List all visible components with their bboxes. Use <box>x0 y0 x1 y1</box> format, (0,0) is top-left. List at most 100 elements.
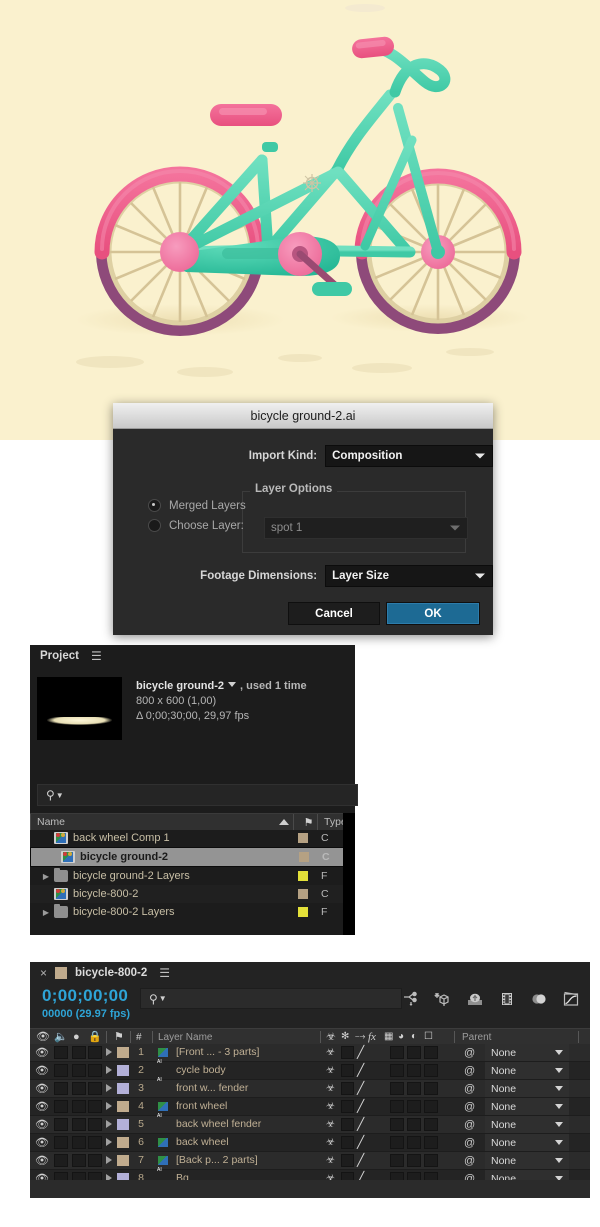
solo-icon[interactable]: ● <box>73 1031 80 1043</box>
adjustment-icon[interactable]: ◐ <box>411 1031 417 1043</box>
column-header-name[interactable]: Name <box>30 814 293 830</box>
choose-layer-select[interactable]: spot 1 <box>264 517 468 539</box>
3d-icon[interactable]: ☐ <box>424 1031 433 1043</box>
footage-dimensions-select[interactable]: Layer Size <box>325 565 493 587</box>
project-search-input[interactable]: ⚲ ▼ <box>37 784 358 806</box>
solo-toggle[interactable] <box>72 1064 86 1077</box>
solo-toggle[interactable] <box>72 1118 86 1131</box>
parent-pickwhip-icon[interactable]: @ <box>464 1101 475 1113</box>
shy-icon[interactable]: ☣ <box>326 1031 336 1043</box>
parent-pickwhip-icon[interactable]: @ <box>464 1047 475 1059</box>
label-color-swatch[interactable] <box>117 1065 129 1076</box>
collapse-switch[interactable] <box>341 1118 354 1131</box>
eye-icon[interactable]: 👁 <box>34 1083 50 1095</box>
adjustment-switch[interactable] <box>424 1100 438 1113</box>
adjustment-switch[interactable] <box>424 1136 438 1149</box>
frame-blending-icon[interactable] <box>498 990 516 1008</box>
eye-icon[interactable]: 👁 <box>34 1137 50 1149</box>
column-header-layer-name[interactable]: Layer Name <box>158 1032 212 1043</box>
frame-blend-switch[interactable] <box>390 1136 404 1149</box>
column-header-parent[interactable]: Parent <box>462 1032 491 1043</box>
column-header-number[interactable]: # <box>136 1032 142 1043</box>
solo-toggle[interactable] <box>72 1154 86 1167</box>
disclosure-triangle-icon[interactable] <box>106 1102 112 1110</box>
shy-switch[interactable]: ☣ <box>326 1047 335 1058</box>
timeline-layer-row[interactable]: 👁 2 cycle body ☣ ╱ @ None <box>30 1062 590 1080</box>
parent-select[interactable]: None <box>485 1044 569 1061</box>
solo-toggle[interactable] <box>72 1046 86 1059</box>
audio-toggle[interactable] <box>54 1064 68 1077</box>
project-list-item[interactable]: ▶ bicycle ground-2 Layers F <box>30 867 355 885</box>
timeline-layer-row[interactable]: 👁 5 back wheel fender ☣ ╱ @ None <box>30 1116 590 1134</box>
parent-select[interactable]: None <box>485 1116 569 1133</box>
label-color-swatch[interactable] <box>298 907 308 917</box>
tab-bicycle-800-2[interactable]: bicycle-800-2 <box>75 967 147 979</box>
lock-toggle[interactable] <box>88 1100 102 1113</box>
frame-blend-switch[interactable] <box>390 1118 404 1131</box>
collapse-icon[interactable]: ✻ <box>341 1031 349 1043</box>
motion-blur-switch[interactable] <box>407 1118 421 1131</box>
lock-toggle[interactable] <box>88 1118 102 1131</box>
label-color-swatch[interactable] <box>117 1083 129 1094</box>
adjustment-switch[interactable] <box>424 1064 438 1077</box>
timeline-layer-row[interactable]: 👁 7 [Back p... 2 parts] ☣ ╱ @ None <box>30 1152 590 1170</box>
quality-switch[interactable]: ╱ <box>357 1064 369 1077</box>
motion-blur-switch[interactable] <box>407 1064 421 1077</box>
close-icon[interactable]: × <box>40 966 47 980</box>
project-list-item[interactable]: bicycle ground-2 C <box>30 847 355 867</box>
quality-switch[interactable]: ╱ <box>357 1118 369 1131</box>
eye-icon[interactable]: 👁 <box>36 1031 50 1043</box>
frame-blend-switch[interactable] <box>390 1100 404 1113</box>
timeline-layer-row[interactable]: 👁 3 front w... fender ☣ ╱ @ None <box>30 1080 590 1098</box>
audio-toggle[interactable] <box>54 1154 68 1167</box>
layer-name[interactable]: [Back p... 2 parts] <box>176 1154 258 1166</box>
disclosure-triangle-icon[interactable] <box>106 1084 112 1092</box>
lock-toggle[interactable] <box>88 1136 102 1149</box>
radio-icon-choose[interactable] <box>148 519 161 532</box>
eye-icon[interactable]: 👁 <box>34 1047 50 1059</box>
label-color-swatch[interactable] <box>298 871 308 881</box>
hamburger-icon[interactable]: ☰ <box>159 967 170 979</box>
parent-pickwhip-icon[interactable]: @ <box>464 1119 475 1131</box>
quality-switch[interactable]: ╱ <box>357 1082 369 1095</box>
label-color-swatch[interactable] <box>117 1119 129 1130</box>
shy-switch[interactable]: ☣ <box>326 1083 335 1094</box>
label-color-swatch[interactable] <box>299 852 309 862</box>
lock-toggle[interactable] <box>88 1064 102 1077</box>
frame-blend-switch[interactable] <box>390 1046 404 1059</box>
motion-blur-icon[interactable]: ◕ <box>398 1031 404 1043</box>
choose-layer-radio-row[interactable]: Choose Layer: <box>148 519 244 532</box>
timeline-layer-row[interactable]: 👁 1 [Front ... - 3 parts] ☣ ╱ @ None <box>30 1044 590 1062</box>
layer-name[interactable]: back wheel fender <box>176 1118 261 1130</box>
hamburger-icon[interactable]: ☰ <box>91 650 102 662</box>
audio-toggle[interactable] <box>54 1136 68 1149</box>
label-color-swatch[interactable] <box>298 833 308 843</box>
disclosure-triangle-icon[interactable]: ▶ <box>30 872 54 881</box>
collapse-switch[interactable] <box>341 1154 354 1167</box>
frame-blend-icon[interactable]: ▦ <box>384 1031 393 1043</box>
parent-select[interactable]: None <box>485 1080 569 1097</box>
current-timecode[interactable]: 0;00;00;00 <box>42 986 128 1006</box>
audio-toggle[interactable] <box>54 1046 68 1059</box>
timeline-layer-row[interactable]: 👁 6 back wheel ☣ ╱ @ None <box>30 1134 590 1152</box>
ok-button[interactable]: OK <box>386 602 480 625</box>
motion-blur-switch[interactable] <box>407 1046 421 1059</box>
disclosure-triangle-icon[interactable] <box>106 1048 112 1056</box>
motion-blur-switch[interactable] <box>407 1154 421 1167</box>
collapse-switch[interactable] <box>341 1136 354 1149</box>
project-list-item[interactable]: bicycle-800-2 C <box>30 885 355 903</box>
solo-toggle[interactable] <box>72 1082 86 1095</box>
disclosure-triangle-icon[interactable]: ▶ <box>30 908 54 917</box>
lock-toggle[interactable] <box>88 1046 102 1059</box>
solo-toggle[interactable] <box>72 1100 86 1113</box>
shy-switch[interactable]: ☣ <box>326 1155 335 1166</box>
adjustment-switch[interactable] <box>424 1154 438 1167</box>
motion-blur-icon[interactable] <box>530 990 548 1008</box>
label-color-swatch[interactable] <box>117 1137 129 1148</box>
collapse-switch[interactable] <box>341 1082 354 1095</box>
label-color-swatch[interactable] <box>117 1047 129 1058</box>
adjustment-switch[interactable] <box>424 1046 438 1059</box>
layer-name[interactable]: cycle body <box>176 1064 226 1076</box>
column-header-label[interactable]: ⚑ <box>293 814 317 830</box>
collapse-switch[interactable] <box>341 1064 354 1077</box>
